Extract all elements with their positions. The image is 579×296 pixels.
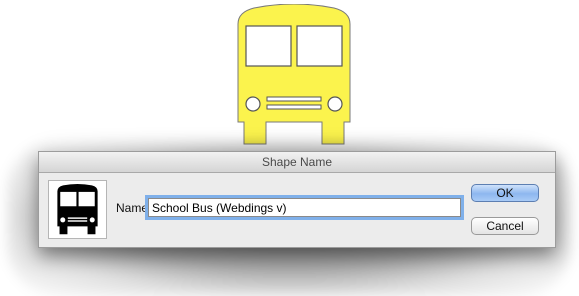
bus-body xyxy=(237,4,351,145)
school-bus-icon xyxy=(57,184,98,235)
shape-name-dialog: Shape Name Name: OK Cancel xyxy=(38,151,556,248)
bus-grille-bar-2 xyxy=(266,104,322,110)
bus-window-left xyxy=(245,25,292,67)
bus-window-right xyxy=(296,25,343,67)
bus-headlight-left xyxy=(245,96,261,112)
ok-button[interactable]: OK xyxy=(471,184,539,202)
name-label: Name: xyxy=(116,201,152,215)
cancel-button[interactable]: Cancel xyxy=(471,217,539,235)
school-bus-shape xyxy=(237,4,351,145)
shape-preview xyxy=(48,180,107,239)
name-input[interactable] xyxy=(148,198,461,217)
bus-grille-bar-1 xyxy=(266,96,322,102)
bus-headlight-right xyxy=(327,96,343,112)
dialog-title: Shape Name xyxy=(39,152,555,173)
